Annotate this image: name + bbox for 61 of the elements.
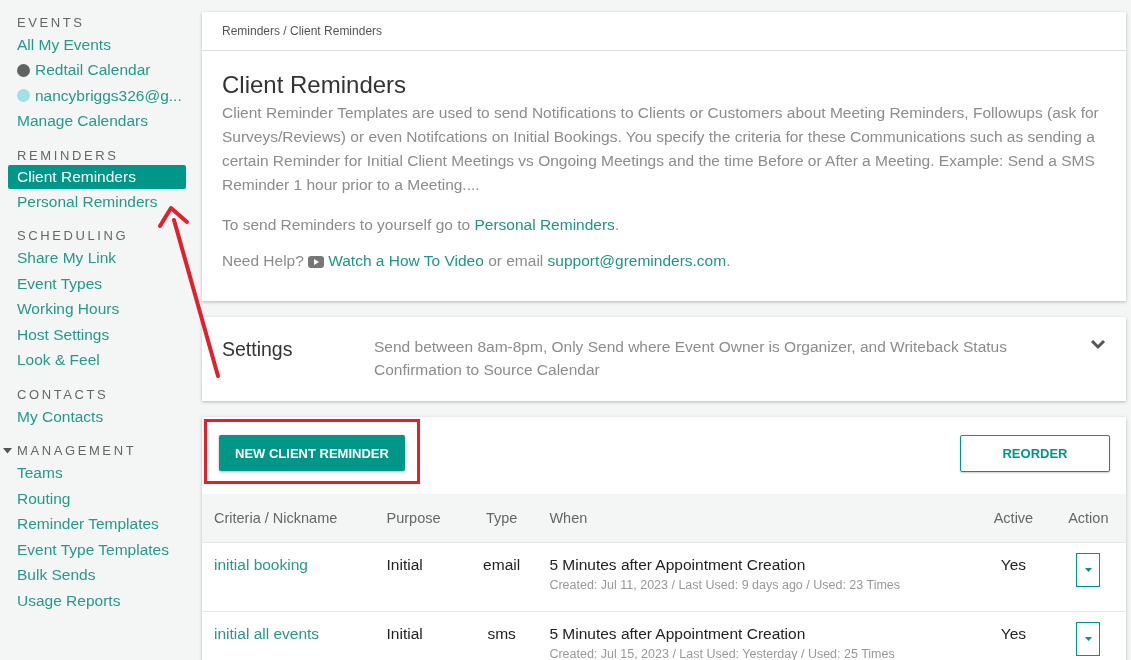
column-header: Type <box>465 494 538 543</box>
help-note: Need Help? Watch a How To Video or email support@greminders.com. <box>222 251 732 271</box>
personal-reminders-note: To send Reminders to yourself go to Personal Reminders. <box>222 215 621 235</box>
column-header: Active <box>976 494 1051 543</box>
link[interactable]: Personal Reminders <box>474 216 615 233</box>
usage-details: Created: Jul 15, 2023 / Last Used: Yesterday / Used: 25 Times <box>549 647 896 660</box>
page-title: Client Reminders <box>222 71 408 99</box>
section-heading: MANAGEMENT <box>17 443 137 458</box>
section-heading: CONTACTS <box>17 386 109 402</box>
sidebar-item[interactable]: Bulk Sends <box>8 562 186 588</box>
new-reminder-button[interactable]: NEW CLIENT REMINDER <box>219 435 405 471</box>
caret-icon <box>1084 637 1092 641</box>
video-icon <box>308 256 325 268</box>
section-heading: EVENTS <box>17 14 85 30</box>
sidebar-item[interactable]: Routing <box>8 486 186 512</box>
sidebar-item[interactable]: nancybriggs326@g... <box>8 83 186 109</box>
video-link[interactable]: Watch a How To Video <box>328 252 484 269</box>
reorder-button[interactable]: REORDER <box>960 435 1110 472</box>
when-text: 5 Minutes after Appointment Creation <box>549 556 807 574</box>
table-cell: Initial <box>374 611 466 660</box>
chevron-icon[interactable] <box>1090 339 1106 350</box>
settings-card[interactable]: Settings Send between 8am-8pm, Only Send where Event Owner is Organizer, and Writeback Status Confirmation to Source Calendar <box>202 317 1126 401</box>
action-dropdown[interactable] <box>1076 553 1101 587</box>
table-cell: sms <box>465 611 538 660</box>
sidebar-item[interactable]: Redtail Calendar <box>8 57 186 83</box>
description: Client Reminder Templates are used to send Notifications to Clients or Customers about Meeting Reminders, Followups (ask for Surveys/Reviews) or even Notifcations on Initial Bookings. You specify the criteria for these Communications such as sending a certain Reminder for Initial Client Meetings vs Ongoing Meetings and the time Before or After a Meeting. Example: Send a SMS Reminder 1 hour prior to a Meeting.... <box>222 103 1100 195</box>
sidebar-item[interactable]: My Contacts <box>8 404 186 430</box>
column-header: Criteria / Nickname <box>202 494 375 543</box>
column-header: Action <box>1050 494 1126 543</box>
sidebar-item[interactable]: Manage Calendars <box>8 108 186 134</box>
section-heading: SCHEDULING <box>17 228 129 243</box>
sidebar-item[interactable]: Client Reminders <box>8 165 186 189</box>
sidebar-item[interactable]: Look & Feel <box>8 347 186 373</box>
sidebar-item[interactable]: All My Events <box>8 32 186 58</box>
usage-details: Created: Jul 11, 2023 / Last Used: 9 days ago / Used: 23 Times <box>549 578 902 592</box>
settings-title: Settings <box>222 337 294 361</box>
sidebar-item[interactable]: Event Type Templates <box>8 537 186 563</box>
breadcrumb: Reminders / Client Reminders <box>202 12 1126 51</box>
settings-summary: Send between 8am-8pm, Only Send where Event Owner is Organizer, and Writeback Status Confirmation to Source Calendar <box>374 337 1008 380</box>
sidebar-item[interactable]: Host Settings <box>8 322 186 348</box>
sidebar-item[interactable]: Personal Reminders <box>8 189 186 215</box>
caret-icon <box>1084 568 1092 572</box>
sidebar-item[interactable]: Working Hours <box>8 296 186 322</box>
criteria-link[interactable]: initial booking <box>214 556 308 573</box>
section-heading: REMINDERS <box>17 147 119 163</box>
table-cell: email <box>465 542 538 612</box>
table-cell: Yes <box>976 611 1051 660</box>
column-header: When <box>537 494 977 543</box>
sidebar-item[interactable]: Event Types <box>8 271 186 297</box>
link[interactable]: support@greminders.com <box>547 252 727 269</box>
table-cell: Initial <box>374 542 466 612</box>
column-header: Purpose <box>374 494 466 543</box>
criteria-link[interactable]: initial all events <box>214 625 320 642</box>
sidebar-item[interactable]: Teams <box>8 460 186 486</box>
action-dropdown[interactable] <box>1076 622 1101 656</box>
sidebar-item[interactable]: Share My Link <box>8 245 186 271</box>
caret-icon[interactable] <box>3 447 12 454</box>
when-text: 5 Minutes after Appointment Creation <box>549 625 807 643</box>
table-cell: Yes <box>976 542 1051 612</box>
sidebar-item[interactable]: Reminder Templates <box>8 511 186 537</box>
sidebar-item[interactable]: Usage Reports <box>8 588 186 614</box>
